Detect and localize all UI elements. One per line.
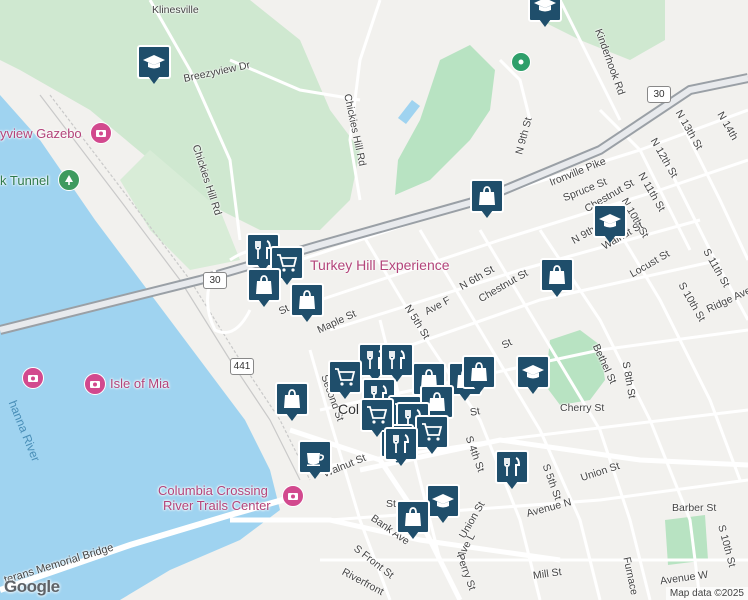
poi-marker[interactable]: [528, 0, 562, 28]
shopping-bag-icon: [479, 186, 495, 205]
shopping-cart-icon: [335, 368, 356, 386]
map-pin-icon[interactable]: [511, 52, 531, 72]
shopping-bag-icon: [299, 290, 315, 309]
shopping-cart-icon: [367, 406, 388, 424]
shopping-bag-icon: [284, 389, 300, 408]
poi-marker[interactable]: [380, 343, 414, 383]
road-label: Barber St: [672, 502, 717, 514]
camera-icon[interactable]: [90, 122, 112, 144]
shopping-bag-icon: [405, 507, 421, 526]
place-label-crossing[interactable]: Columbia Crossing: [158, 483, 268, 498]
restaurant-icon: [389, 350, 406, 369]
poi-marker[interactable]: [247, 268, 281, 308]
poi-marker[interactable]: [384, 427, 418, 467]
google-logo: Google: [4, 577, 60, 596]
poi-marker[interactable]: [298, 440, 332, 480]
place-label-tunnel[interactable]: k Tunnel: [0, 173, 49, 188]
poi-marker[interactable]: [415, 415, 449, 455]
highway-441-shield: 441: [230, 358, 254, 375]
poi-marker[interactable]: [495, 450, 529, 490]
restaurant-icon: [504, 457, 521, 476]
place-label-crossing[interactable]: River Trails Center: [163, 498, 271, 513]
poi-marker[interactable]: [328, 360, 362, 400]
highway-30-shield: 30: [647, 86, 671, 103]
road-label: St: [386, 498, 396, 510]
graduation-cap-icon: [143, 55, 165, 69]
place-label-isle-of-mia[interactable]: Isle of Mia: [110, 376, 169, 391]
poi-marker[interactable]: [290, 283, 324, 323]
poi-marker[interactable]: [396, 500, 430, 540]
place-label-turkey-hill[interactable]: Turkey Hill Experience: [310, 258, 450, 273]
camera-icon[interactable]: [282, 485, 304, 507]
graduation-cap-icon: [534, 0, 556, 12]
map-attribution[interactable]: Map data ©2025: [665, 587, 748, 600]
shopping-bag-icon: [549, 265, 565, 284]
graduation-cap-icon: [432, 494, 454, 508]
poi-marker[interactable]: [593, 204, 627, 244]
park: [665, 515, 708, 565]
restaurant-icon: [393, 434, 410, 453]
road-label: Klinesville: [152, 4, 199, 16]
poi-marker[interactable]: [275, 382, 309, 422]
highway-30-shield: 30: [203, 272, 227, 289]
road-label: Cherry St: [560, 402, 605, 414]
shopping-bag-icon: [471, 362, 487, 381]
map-canvas[interactable]: [0, 0, 748, 600]
camera-icon[interactable]: [22, 367, 44, 389]
poi-marker[interactable]: [462, 355, 496, 395]
shopping-cart-icon: [422, 423, 443, 441]
road-label: St: [469, 405, 481, 419]
shopping-bag-icon: [256, 275, 272, 294]
tree-icon[interactable]: [58, 169, 80, 191]
town-label: Col: [338, 401, 360, 417]
poi-marker[interactable]: [540, 258, 574, 298]
coffee-cup-icon: [307, 453, 324, 466]
poi-marker[interactable]: [516, 355, 550, 395]
poi-marker[interactable]: [137, 45, 171, 85]
poi-marker[interactable]: [470, 179, 504, 219]
place-label-gazebo[interactable]: yview Gazebo: [0, 126, 82, 141]
poi-marker[interactable]: [426, 484, 460, 524]
camera-icon[interactable]: [84, 373, 106, 395]
graduation-cap-icon: [599, 214, 621, 228]
graduation-cap-icon: [522, 365, 544, 379]
